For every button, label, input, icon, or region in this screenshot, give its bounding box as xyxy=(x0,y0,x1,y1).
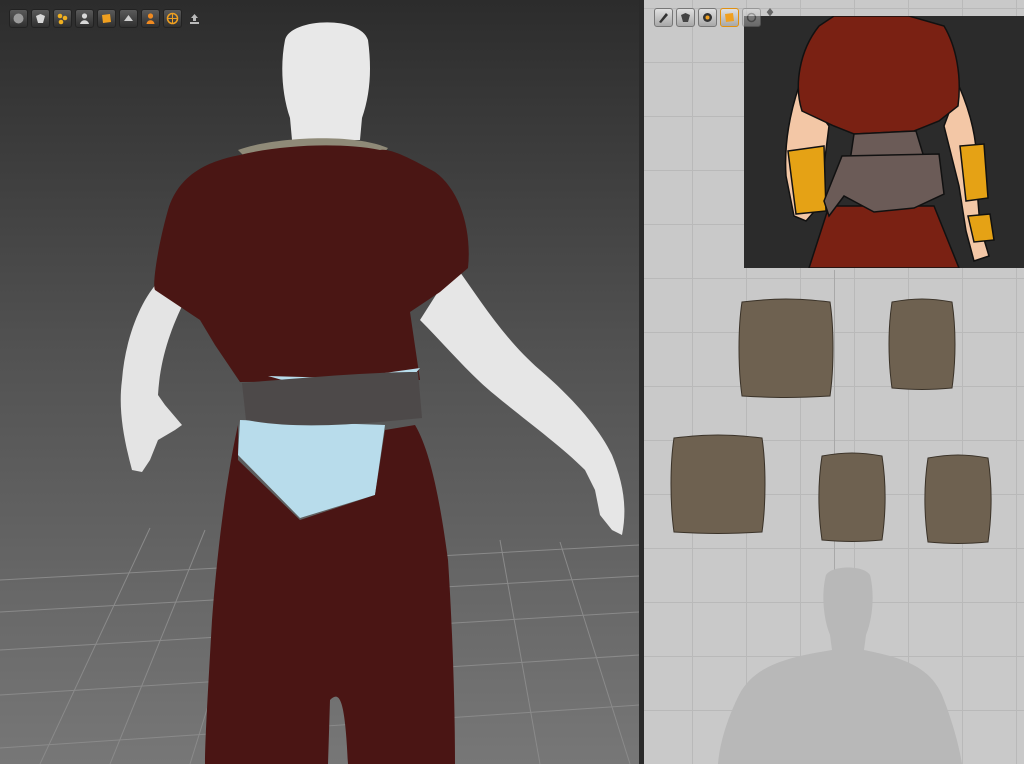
avatar-head xyxy=(282,22,370,140)
texture-icon[interactable] xyxy=(698,8,717,27)
pattern-piece-3[interactable] xyxy=(668,434,768,536)
move-icon[interactable] xyxy=(764,8,776,27)
3d-toolbar xyxy=(9,9,204,28)
avatar-edit-icon[interactable] xyxy=(676,8,695,27)
avatar-silhouette xyxy=(718,567,962,764)
layer-icon[interactable] xyxy=(119,9,138,28)
avatar-right-arm xyxy=(420,265,625,535)
pen-icon[interactable] xyxy=(654,8,673,27)
pattern-piece-2[interactable] xyxy=(886,298,958,392)
2d-toolbar xyxy=(654,8,776,27)
circle-icon[interactable] xyxy=(742,8,761,27)
avatar-left-arm xyxy=(120,280,185,472)
avatar-icon[interactable] xyxy=(31,9,50,28)
render-preview xyxy=(744,16,1024,268)
3d-viewport[interactable] xyxy=(0,0,639,764)
person-icon[interactable] xyxy=(141,9,160,28)
particle-icon[interactable] xyxy=(53,9,72,28)
pin-user-icon[interactable] xyxy=(75,9,94,28)
shirt xyxy=(154,145,469,382)
preview-image xyxy=(784,16,995,268)
wireframe-sphere-icon[interactable] xyxy=(9,9,28,28)
fabric-active-icon[interactable] xyxy=(720,8,739,27)
pattern-piece-5[interactable] xyxy=(922,454,994,546)
pattern-piece-4[interactable] xyxy=(816,452,888,544)
fabric-icon[interactable] xyxy=(97,9,116,28)
pattern-piece-1[interactable] xyxy=(736,298,836,400)
3d-scene xyxy=(0,22,639,764)
2d-pattern-view[interactable] xyxy=(644,0,1024,764)
globe-icon[interactable] xyxy=(163,9,182,28)
export-icon[interactable] xyxy=(185,9,204,28)
